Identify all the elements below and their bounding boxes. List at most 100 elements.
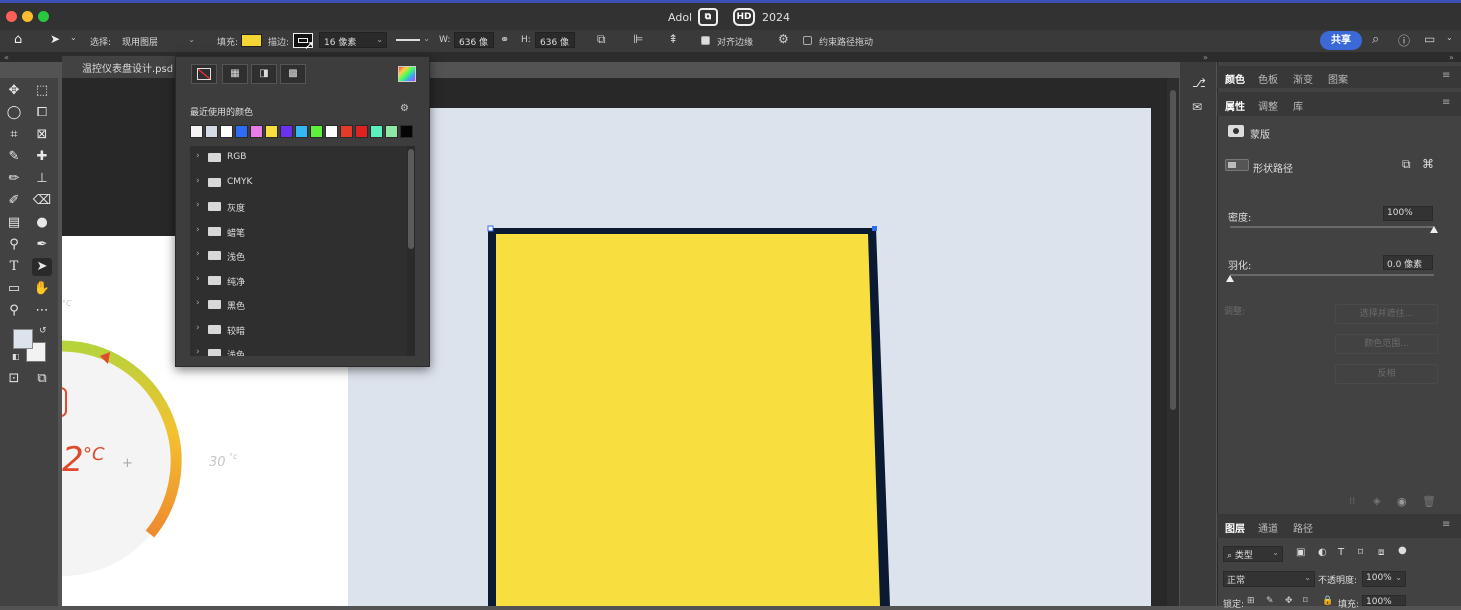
color-range-button[interactable]: 颜色范围... — [1335, 334, 1438, 354]
stroke-size-dropdown[interactable]: 16 像素 ⌄ — [319, 32, 387, 48]
recent-color-swatch[interactable] — [295, 125, 308, 138]
workspace-icon[interactable]: ▭ — [1424, 32, 1435, 46]
chevron-right-icon[interactable]: › — [196, 200, 200, 210]
eraser-tool-icon[interactable]: ⌫ — [32, 192, 52, 210]
load-selection-icon[interactable]: ⁝⁝ — [1349, 496, 1355, 507]
lock-artboard-icon[interactable]: ⌑ — [1303, 596, 1308, 606]
filter-toggle-icon[interactable]: ● — [1398, 545, 1407, 556]
chevron-right-icon[interactable]: › — [196, 274, 200, 284]
swatch-folder-row[interactable]: › 浅色 — [190, 244, 400, 266]
stroke-type-dropdown[interactable]: ⌄ — [393, 32, 433, 48]
path-arrangement-icon[interactable]: ⇞ — [668, 32, 678, 46]
canvas-scroll-thumb[interactable] — [1170, 90, 1176, 410]
select-mask-icon[interactable]: ⧉ — [1402, 157, 1411, 172]
density-slider-thumb[interactable] — [1430, 226, 1438, 233]
swatch-folder-row[interactable]: › 纯净 — [190, 269, 400, 291]
tab-color[interactable]: 颜色 — [1225, 71, 1245, 86]
anchor-point-top-left[interactable] — [487, 225, 494, 232]
maximize-window-button[interactable] — [38, 11, 49, 22]
lock-pixels-icon[interactable]: ✎ — [1266, 596, 1274, 606]
color-picker-icon[interactable] — [398, 66, 416, 82]
recent-color-swatch[interactable] — [250, 125, 263, 138]
opacity-input[interactable]: 100% ⌄ — [1362, 571, 1406, 587]
density-slider-track[interactable] — [1230, 226, 1434, 228]
swatch-folder-row[interactable]: › 灰度 — [190, 195, 400, 217]
yellow-shape-layer[interactable] — [480, 220, 900, 606]
solid-color-button[interactable]: ▦ — [222, 64, 248, 84]
type-tool-icon[interactable]: T — [4, 258, 24, 276]
feather-slider-track[interactable] — [1230, 274, 1434, 276]
shape-filter-icon[interactable]: ⌑ — [1358, 547, 1363, 558]
tab-paths[interactable]: 路径 — [1293, 520, 1313, 535]
swatch-folder-row[interactable]: › 黑色 — [190, 293, 400, 315]
recent-color-swatch[interactable] — [205, 125, 218, 138]
swatch-folder-row[interactable]: › CMYK — [190, 171, 400, 193]
fill-color-swatch[interactable] — [241, 34, 262, 47]
history-brush-tool-icon[interactable]: ✐ — [4, 192, 24, 210]
crop-tool-icon[interactable]: ⌗ — [4, 126, 24, 144]
layer-filter-dropdown[interactable]: ⌕ 类型 ⌄ — [1223, 546, 1283, 562]
workspace-chevron-icon[interactable]: ⌄ — [1446, 33, 1453, 42]
tab-properties[interactable]: 属性 — [1225, 98, 1245, 113]
recent-color-swatch[interactable] — [400, 125, 413, 138]
tab-swatches[interactable]: 色板 — [1258, 71, 1278, 86]
healing-brush-tool-icon[interactable]: ✚ — [32, 148, 52, 166]
blend-mode-dropdown[interactable]: 正常 ⌄ — [1223, 571, 1315, 587]
recent-color-swatch[interactable] — [235, 125, 248, 138]
mask-options-icon[interactable]: ⌘ — [1422, 157, 1434, 171]
tab-adjustments[interactable]: 调整 — [1258, 98, 1278, 113]
lock-position-icon[interactable]: ✥ — [1285, 596, 1293, 606]
chevron-down-icon[interactable]: ⌄ — [70, 33, 77, 42]
tab-libraries[interactable]: 库 — [1293, 98, 1303, 113]
more-tools-icon[interactable]: ⋯ — [32, 302, 52, 320]
stamp-tool-icon[interactable]: ⊥ — [32, 170, 52, 188]
swatch-folder-row[interactable]: › 较暗 — [190, 318, 400, 340]
recent-color-swatch[interactable] — [280, 125, 293, 138]
path-alignment-icon[interactable]: ⊫ — [633, 32, 643, 46]
height-input[interactable]: 636 像 — [535, 32, 575, 48]
share-button[interactable]: 共享 — [1320, 31, 1362, 50]
screen-mode-icon[interactable]: ⧉ — [32, 370, 52, 388]
trash-icon[interactable]: 🗑 — [1422, 495, 1436, 508]
path-operations-icon[interactable]: ⧉ — [597, 32, 606, 47]
history-panel-icon[interactable]: ⎇ — [1192, 76, 1206, 90]
recent-color-swatch[interactable] — [355, 125, 368, 138]
pen-tool-icon[interactable]: ✒ — [32, 236, 52, 254]
tab-gradients[interactable]: 渐变 — [1293, 71, 1313, 86]
tab-patterns[interactable]: 图案 — [1328, 71, 1348, 86]
chevron-right-icon[interactable]: › — [196, 151, 200, 161]
recent-color-swatch[interactable] — [190, 125, 203, 138]
lock-all-icon[interactable]: 🔒 — [1322, 596, 1333, 606]
collapse-toolbar-icon[interactable]: « — [4, 53, 9, 62]
align-edges-checkbox[interactable] — [701, 36, 710, 45]
swap-colors-icon[interactable]: ↺ — [39, 326, 47, 336]
chevron-right-icon[interactable]: › — [196, 225, 200, 235]
type-filter-icon[interactable]: T — [1338, 547, 1344, 558]
adjustment-filter-icon[interactable]: ◐ — [1318, 547, 1327, 558]
direct-select-tool-icon[interactable]: ➤ — [50, 32, 60, 46]
tab-layers[interactable]: 图层 — [1225, 520, 1245, 535]
zoom-tool-icon[interactable]: ⚲ — [4, 302, 24, 320]
collapse-panel-icon[interactable]: » — [1449, 53, 1454, 62]
anchor-point-top-right[interactable] — [872, 226, 877, 231]
link-icon[interactable]: ⚭ — [500, 33, 509, 46]
brush-tool-icon[interactable]: ✏ — [4, 170, 24, 188]
collapse-icons-icon[interactable]: » — [1203, 53, 1208, 62]
quick-mask-icon[interactable]: ⊡ — [4, 370, 24, 388]
help-icon[interactable]: ⓘ — [1398, 32, 1410, 49]
apply-mask-icon[interactable]: ◈ — [1373, 496, 1381, 507]
lasso-tool-icon[interactable]: ◯ — [4, 104, 24, 122]
chevron-right-icon[interactable]: › — [196, 298, 200, 308]
vector-mask-thumbnail[interactable] — [1225, 159, 1249, 171]
feather-slider-thumb[interactable] — [1226, 275, 1234, 282]
panel-menu-icon[interactable]: ≡ — [1442, 70, 1450, 81]
chevron-right-icon[interactable]: › — [196, 176, 200, 186]
blur-tool-icon[interactable]: ● — [32, 214, 52, 232]
chevron-right-icon[interactable]: › — [196, 249, 200, 259]
marquee-tool-icon[interactable]: ⬚ — [32, 82, 52, 100]
invert-button[interactable]: 反相 — [1335, 364, 1438, 384]
recent-color-swatch[interactable] — [370, 125, 383, 138]
recent-color-swatch[interactable] — [385, 125, 398, 138]
density-input[interactable]: 100% — [1383, 206, 1433, 221]
minimize-window-button[interactable] — [22, 11, 33, 22]
